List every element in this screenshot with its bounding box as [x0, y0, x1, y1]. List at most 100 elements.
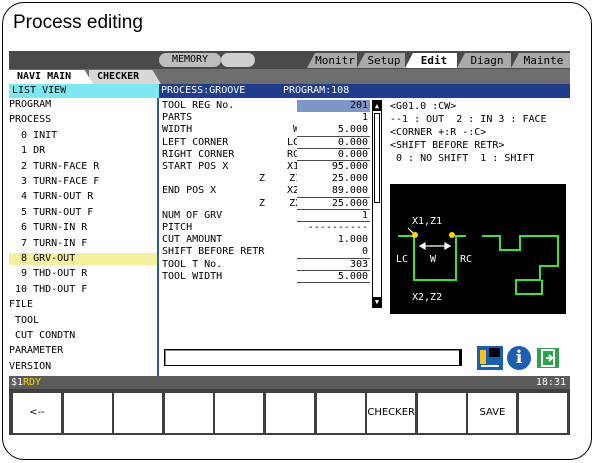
- status-bar: $1 RDY 18:31: [9, 376, 570, 389]
- info-icon[interactable]: i: [507, 346, 531, 370]
- parameter-name: RIGHT CORNER: [162, 148, 235, 160]
- list-item[interactable]: PROGRAM: [9, 99, 157, 111]
- list-item[interactable]: TOOL: [9, 315, 157, 327]
- parameter-row: START POS X X1 95.000: [159, 161, 384, 174]
- parameter-value-field[interactable]: 0: [297, 246, 370, 259]
- list-item[interactable]: 8 GRV-OUT: [9, 253, 157, 265]
- system-number: $1: [11, 377, 24, 388]
- list-item[interactable]: 3 TURN-FACE F: [9, 176, 157, 188]
- program-number: PROGRAM:108: [283, 85, 350, 96]
- parameter-symbol: Z Z2: [259, 197, 302, 209]
- scroll-down-icon[interactable]: ▼: [373, 297, 381, 307]
- list-item[interactable]: FILE: [9, 299, 157, 311]
- parameter-name: TOOL T No.: [162, 258, 223, 270]
- parameter-value-field[interactable]: ----------: [297, 222, 370, 235]
- list-item[interactable]: VERSION: [9, 361, 157, 373]
- list-item[interactable]: 0 INIT: [9, 130, 157, 142]
- process-edit-panel: TOOL REG No. 201 PARTS 1 WIDTH W 5.000 LEFT COR…: [159, 98, 570, 376]
- softkey-3[interactable]: [114, 393, 163, 433]
- list-item[interactable]: CUT CONDTN: [9, 330, 157, 342]
- softkey-10[interactable]: SAVE: [468, 393, 517, 433]
- help-line: <CORNER +:R -:C>: [390, 127, 487, 138]
- end-point-label: X2,Z2: [412, 292, 442, 303]
- groove-pattern: [482, 235, 559, 295]
- parameter-value-field[interactable]: 95.000: [297, 161, 370, 174]
- list-item[interactable]: 10 THD-OUT F: [9, 284, 157, 296]
- tab-checker[interactable]: CHECKER: [89, 70, 161, 84]
- message-input[interactable]: [164, 349, 461, 366]
- softkey-2[interactable]: [63, 393, 112, 433]
- parameter-value-field[interactable]: 0.000: [297, 148, 370, 162]
- softkey-5[interactable]: [215, 393, 264, 433]
- parameter-symbol: Z Z1: [259, 173, 302, 185]
- scrollbar[interactable]: ▲ ▼: [372, 100, 382, 308]
- list-item[interactable]: PROCESS: [9, 114, 157, 126]
- process-name: PROCESS:GROOVE: [161, 85, 246, 96]
- parameter-name: PARTS: [162, 112, 193, 124]
- list-item[interactable]: 1 DR: [9, 145, 157, 157]
- softkey-6[interactable]: [266, 393, 314, 433]
- parameter-name: TOOL REG No.: [162, 100, 235, 111]
- list-item[interactable]: 6 TURN-IN R: [9, 222, 157, 234]
- groove-diagram-svg: X1,Z1 LC W RC X2,Z2: [396, 216, 559, 303]
- help-line: <G01.0 :CW>: [390, 101, 457, 112]
- arrow-head-right-icon: [444, 241, 452, 251]
- list-item[interactable]: 7 TURN-IN F: [9, 238, 157, 250]
- parameter-row: PARTS 1: [159, 112, 384, 125]
- scroll-up-icon[interactable]: ▲: [373, 101, 381, 111]
- cnc-screen: MEMORY Monitr Setup Edit Diagn Mainte CH…: [9, 51, 570, 435]
- list-item[interactable]: 9 THD-OUT R: [9, 268, 157, 280]
- softkey-4[interactable]: [164, 393, 213, 433]
- tab-mainte[interactable]: Mainte: [511, 53, 570, 68]
- list-item[interactable]: PARAMETER: [9, 345, 157, 357]
- list-view: PROGRAM PROCESS 0 INIT 1 DR 2 TURN-FACE R…: [9, 98, 159, 376]
- parameter-row: LEFT CORNER LC 0.000: [159, 136, 384, 150]
- arrow-head-left-icon: [418, 241, 426, 251]
- parameter-row: END POS X X2 89.000: [159, 185, 384, 198]
- parameter-name: TOOL WIDTH: [162, 270, 223, 282]
- softkey-7[interactable]: [316, 393, 365, 433]
- help-line: --1 : OUT 2 : IN 3 : FACE: [390, 114, 547, 125]
- softkey-11[interactable]: [519, 393, 567, 433]
- parameter-value-field[interactable]: 1: [297, 209, 370, 223]
- parameter-value-field[interactable]: 0.000: [297, 136, 370, 150]
- scroll-thumb[interactable]: [374, 113, 380, 203]
- parameter-row: Z Z1 25.000: [159, 173, 384, 186]
- tab-navi-main[interactable]: NAVI MAIN: [9, 70, 93, 84]
- parameter-value-field[interactable]: 89.000: [297, 185, 370, 198]
- list-item[interactable]: 2 TURN-FACE R: [9, 161, 157, 173]
- tab-setup[interactable]: Setup: [357, 53, 405, 68]
- list-item[interactable]: 5 TURN-OUT F: [9, 207, 157, 219]
- tab-monitr[interactable]: Monitr: [307, 53, 357, 68]
- parameter-row: NUM OF GRV 1: [159, 209, 384, 223]
- parameter-row: SHIFT BEFORE RETR 0: [159, 246, 384, 259]
- parameter-value-field[interactable]: 201: [297, 100, 370, 113]
- parameter-value-field[interactable]: 1.000: [297, 234, 370, 247]
- tab-edit[interactable]: Edit: [405, 53, 457, 68]
- ladder-icon[interactable]: [477, 346, 503, 370]
- parameter-value-field[interactable]: 5.000: [297, 270, 370, 284]
- softkey-1[interactable]: <--: [13, 393, 61, 433]
- mode-indicator-blank: [221, 53, 255, 67]
- list-item[interactable]: 4 TURN-OUT R: [9, 191, 157, 203]
- parameter-value-field[interactable]: 1: [297, 112, 370, 125]
- parameter-row: CUT AMOUNT 1.000: [159, 234, 384, 247]
- parameter-row: TOOL T No. 303: [159, 258, 384, 272]
- tab-diagn[interactable]: Diagn: [457, 53, 511, 68]
- right-corner-label: RC: [460, 254, 472, 265]
- ladder-icon-svg: [480, 348, 500, 367]
- page-title: Process editing: [13, 12, 143, 33]
- parameter-symbol: X1: [286, 161, 299, 172]
- softkey-9[interactable]: [417, 393, 466, 433]
- exit-icon-svg: [541, 349, 555, 367]
- groove-diagram: X1,Z1 LC W RC X2,Z2: [390, 184, 566, 314]
- parameter-value-field[interactable]: 25.000: [297, 173, 370, 186]
- parameter-name: START POS X: [162, 161, 229, 172]
- parameter-name: CUT AMOUNT: [162, 234, 223, 246]
- parameter-value-field[interactable]: 303: [297, 258, 370, 272]
- exit-icon[interactable]: [535, 346, 561, 370]
- parameter-value-field[interactable]: 25.000: [297, 197, 370, 211]
- softkey-8[interactable]: CHECKER: [367, 393, 416, 433]
- parameter-value-field[interactable]: 5.000: [297, 124, 370, 137]
- parameter-name: NUM OF GRV: [162, 209, 223, 221]
